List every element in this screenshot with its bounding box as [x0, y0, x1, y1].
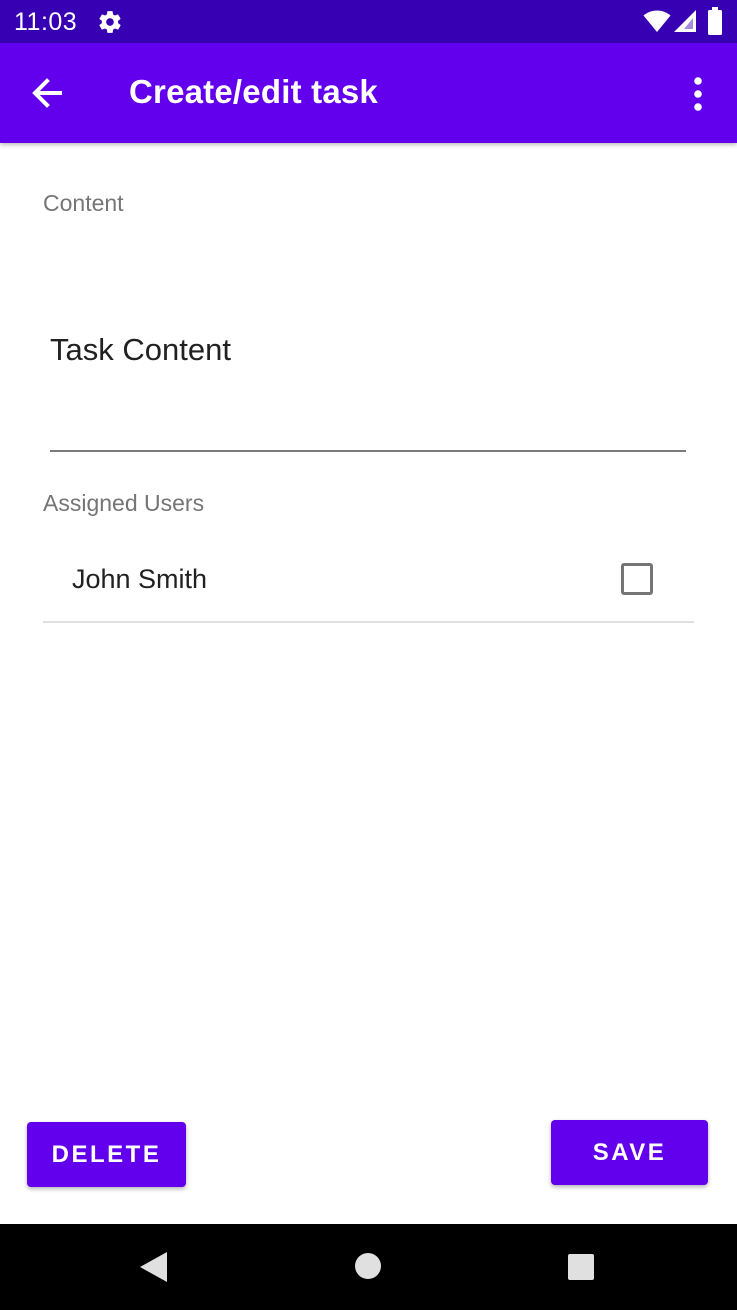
save-button[interactable]: SAVE	[551, 1120, 708, 1185]
system-nav-bar	[0, 1224, 737, 1310]
more-vert-icon[interactable]	[680, 71, 716, 117]
battery-icon	[708, 7, 722, 35]
wifi-icon	[643, 10, 671, 32]
assigned-users-label: Assigned Users	[43, 490, 205, 516]
content-label: Content	[43, 190, 124, 216]
page-title: Create/edit task	[129, 73, 378, 110]
user-list-item[interactable]: John Smith	[43, 538, 694, 623]
arrow-left-icon[interactable]	[22, 69, 74, 117]
gear-icon	[99, 11, 121, 33]
task-content-input[interactable]	[50, 320, 686, 380]
user-name: John Smith	[72, 564, 208, 594]
nav-recents-icon[interactable]	[567, 1253, 595, 1281]
status-bar: 11:03	[0, 0, 737, 43]
nav-back-icon[interactable]	[138, 1250, 170, 1284]
user-assign-checkbox[interactable]	[621, 563, 653, 595]
screen: 11:03 Create/edit task Content Task Cont…	[0, 0, 737, 1310]
signal-icon	[674, 10, 696, 32]
status-time: 11:03	[14, 8, 78, 36]
app-bar: Create/edit task	[0, 43, 737, 143]
nav-home-icon[interactable]	[354, 1252, 382, 1280]
delete-button[interactable]: DELETE	[27, 1122, 186, 1187]
task-content-field	[50, 320, 686, 452]
